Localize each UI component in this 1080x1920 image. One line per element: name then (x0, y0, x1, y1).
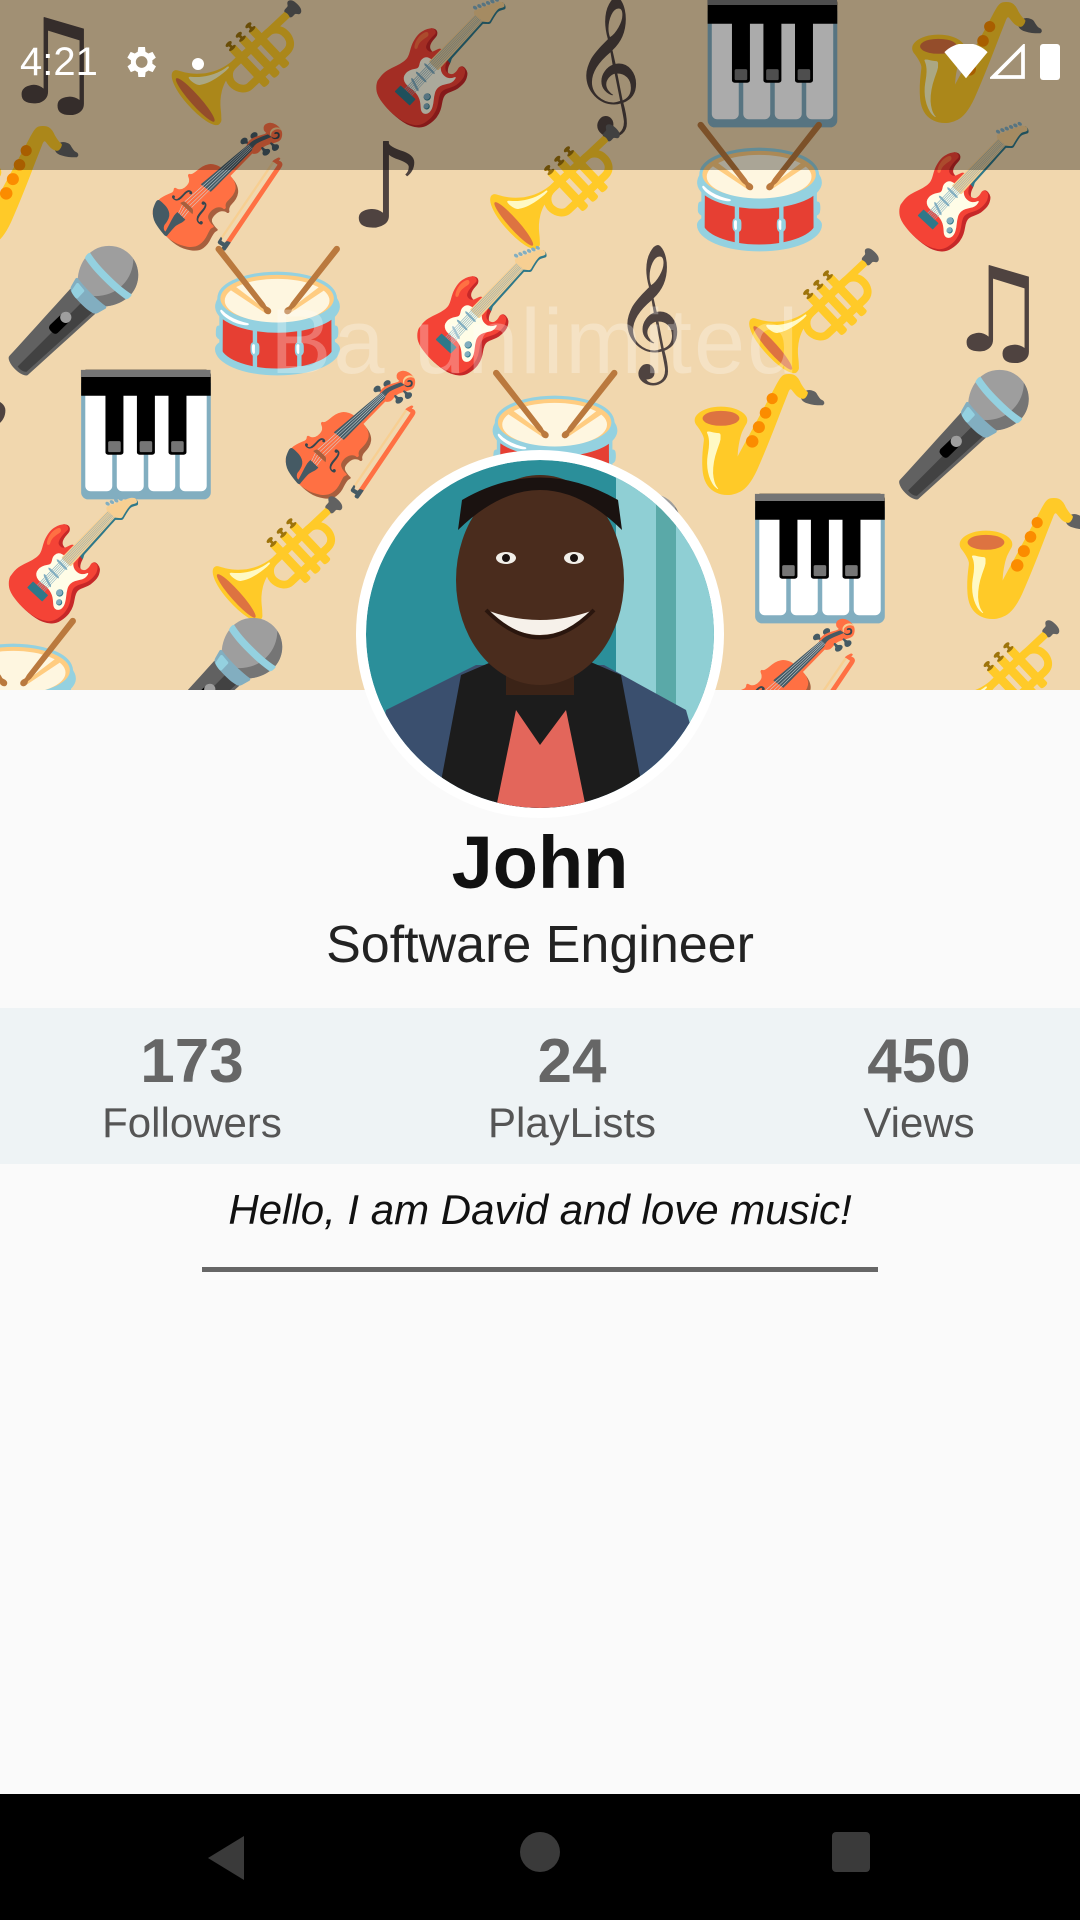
battery-icon (1040, 44, 1060, 80)
stat-views-label: Views (863, 1099, 975, 1146)
stats-bar: 173 Followers 24 PlayLists 450 Views (0, 1008, 1080, 1164)
status-bar: 4:21 (0, 0, 1080, 128)
stat-playlists-value: 24 (537, 1027, 607, 1096)
notification-dot-icon (192, 58, 204, 70)
profile-title: Software Engineer (326, 916, 754, 974)
bio-divider (202, 1267, 878, 1272)
stat-playlists-label: PlayLists (487, 1099, 657, 1146)
wifi-icon (944, 44, 988, 79)
stat-followers-value: 173 (140, 1027, 244, 1096)
stat-followers[interactable]: 173 Followers (22, 1026, 362, 1148)
home-icon[interactable] (520, 1832, 560, 1872)
stat-followers-label: Followers (102, 1099, 282, 1146)
status-time: 4:21 (20, 40, 98, 84)
avatar[interactable] (356, 450, 724, 818)
bio-text: Hello, I am David and love music! (228, 1186, 852, 1233)
profile-name: John (451, 821, 629, 904)
profile-photo (366, 460, 714, 808)
stat-playlists[interactable]: 24 PlayLists (402, 1026, 742, 1148)
banner-watermark: Ba unlimited (270, 291, 801, 393)
back-icon[interactable] (204, 1834, 248, 1882)
stat-views[interactable]: 450 Views (749, 1026, 1080, 1148)
navigation-bar (0, 1794, 1080, 1920)
gear-icon (127, 47, 156, 77)
signal-icon (990, 44, 1025, 79)
stat-views-value: 450 (867, 1027, 971, 1096)
recents-icon[interactable] (832, 1832, 870, 1872)
